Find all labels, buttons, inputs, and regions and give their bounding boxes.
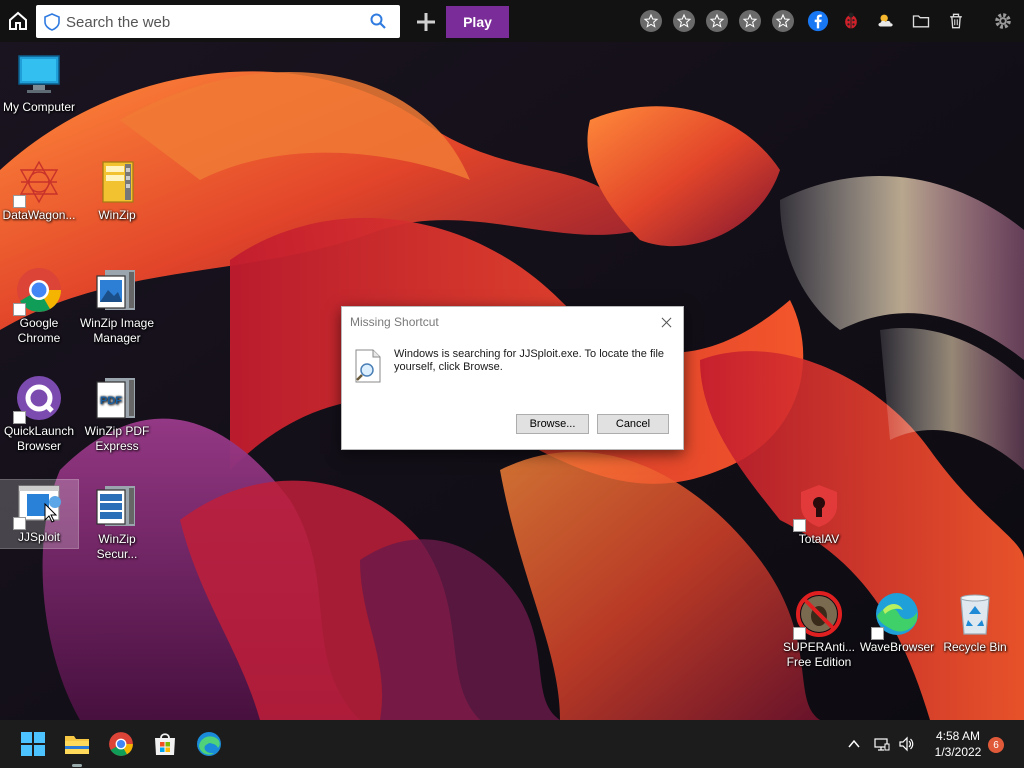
dialog-body: Windows is searching for JJSploit.exe. T… <box>342 337 683 449</box>
file-search-icon <box>354 349 382 383</box>
desktop-icon-totalav[interactable]: TotalAV <box>780 482 858 547</box>
desktop-icon-wavebrowser[interactable]: WaveBrowser <box>858 590 936 655</box>
image-manager-icon <box>93 266 141 314</box>
search-icon[interactable] <box>370 13 386 29</box>
dialog-title: Missing Shortcut <box>350 315 439 329</box>
clock-time: 4:58 AM <box>935 729 981 743</box>
favorite-3-star-icon[interactable] <box>705 9 729 33</box>
edge-icon[interactable] <box>196 731 222 757</box>
desktop-icon-quicklaunch-browser[interactable]: QuickLaunch Browser <box>0 374 78 454</box>
dialog-message: Windows is searching for JJSploit.exe. T… <box>394 348 665 373</box>
desktop-icon-label: WinZip <box>98 208 136 222</box>
desktop-icon-winzip-image-manager[interactable]: WinZip Image Manager <box>78 266 156 346</box>
chrome-icon <box>13 266 63 316</box>
folder-icon[interactable] <box>909 9 933 33</box>
desktop-icon-label: TotalAV <box>798 532 840 546</box>
chrome-icon[interactable] <box>108 731 134 757</box>
shortcut-arrow-icon <box>13 195 26 208</box>
browser-toolbar: Play <box>0 0 1024 42</box>
shortcut-arrow-icon <box>793 627 806 640</box>
quicklaunch-icon <box>13 374 63 424</box>
shortcut-arrow-icon <box>871 627 884 640</box>
desktop-icon-winzip[interactable]: WinZip <box>78 158 156 223</box>
desktop-icon-label: JJSploit <box>17 530 61 544</box>
taskbar-clock[interactable]: 4:58 AM 1/3/2022 <box>926 728 990 760</box>
browse-button[interactable]: Browse... <box>516 414 589 434</box>
clock-date: 1/3/2022 <box>934 745 982 759</box>
favorite-1-star-icon[interactable] <box>639 9 663 33</box>
desktop-icon-recycle-bin[interactable]: Recycle Bin <box>936 590 1014 655</box>
desktop-icon-label: WinZip Image Manager <box>79 316 155 345</box>
recycle-bin-icon <box>951 590 999 638</box>
desktop-icon-datawagon[interactable]: DataWagon... <box>0 158 78 223</box>
favorite-4-star-icon[interactable] <box>738 9 762 33</box>
active-app-indicator <box>72 764 82 767</box>
superantispyware-icon <box>793 590 843 640</box>
dialog-titlebar[interactable]: Missing Shortcut <box>342 307 683 337</box>
favorite-2-star-icon[interactable] <box>672 9 696 33</box>
desktop-icon-label: Google Chrome <box>17 316 61 345</box>
desktop-icon-superantispyware[interactable]: SUPERAnti... Free Edition <box>780 590 858 670</box>
shortcut-arrow-icon <box>793 519 806 532</box>
desktop-icon-label: WinZip PDF Express <box>84 424 150 453</box>
desktop-icon-label: QuickLaunch Browser <box>3 424 75 453</box>
svg-text:PDF: PDF <box>100 395 122 407</box>
pdf-icon: PDF <box>93 374 141 422</box>
ladybug-icon[interactable] <box>839 9 863 33</box>
winzip-icon <box>93 158 141 206</box>
close-icon[interactable] <box>655 311 677 333</box>
start-windows-icon[interactable] <box>20 731 46 757</box>
search-input[interactable] <box>64 9 368 35</box>
desktop-icon-google-chrome[interactable]: Google Chrome <box>0 266 78 346</box>
desktop-icon-label: Recycle Bin <box>943 640 1007 654</box>
taskbar: 4:58 AM 1/3/2022 <box>0 720 1024 768</box>
favorite-5-star-icon[interactable] <box>771 9 795 33</box>
network-icon[interactable] <box>874 736 890 752</box>
desktop-icon-jjsploit[interactable]: JJSploit <box>0 479 79 549</box>
desktop-icon-label: SUPERAnti... Free Edition <box>782 640 856 669</box>
microsoft-store-icon[interactable] <box>152 731 178 757</box>
missing-shortcut-dialog: Missing Shortcut Windows is searching fo… <box>341 306 684 450</box>
desktop-icon-label: DataWagon... <box>2 208 76 222</box>
shortcut-arrow-icon <box>13 303 26 316</box>
gear-icon[interactable] <box>991 9 1015 33</box>
play-button[interactable]: Play <box>446 6 509 38</box>
weather-icon[interactable] <box>874 9 898 33</box>
winzip-secure-icon <box>93 482 141 530</box>
home-icon[interactable] <box>6 9 30 33</box>
shortcut-arrow-icon <box>13 517 26 530</box>
shield-icon <box>44 13 60 31</box>
facebook-icon[interactable] <box>806 9 830 33</box>
desktop-icon-my-computer[interactable]: My Computer <box>0 50 78 115</box>
volume-icon[interactable] <box>898 736 914 752</box>
jjsploit-icon <box>13 480 63 530</box>
wavebrowser-icon <box>871 590 921 640</box>
notification-badge[interactable]: 6 <box>988 737 1004 753</box>
totalav-shield-icon <box>793 482 843 532</box>
file-explorer-icon[interactable] <box>64 731 90 757</box>
new-tab-button[interactable] <box>410 6 442 38</box>
trash-icon[interactable] <box>944 9 968 33</box>
monitor-icon <box>15 50 63 98</box>
cancel-button[interactable]: Cancel <box>597 414 669 434</box>
chevron-up-icon[interactable] <box>846 736 862 752</box>
desktop-icon-label: My Computer <box>2 100 76 114</box>
desktop-icon-label: WinZip Secur... <box>96 532 138 561</box>
search-box[interactable] <box>36 5 400 38</box>
desktop-icon-winzip-pdf-express[interactable]: PDF WinZip PDF Express <box>78 374 156 454</box>
desktop-icon-winzip-secure[interactable]: WinZip Secur... <box>78 482 156 562</box>
desktop-icon-label: WaveBrowser <box>859 640 935 654</box>
shortcut-arrow-icon <box>13 411 26 424</box>
datawagon-icon <box>13 158 63 208</box>
